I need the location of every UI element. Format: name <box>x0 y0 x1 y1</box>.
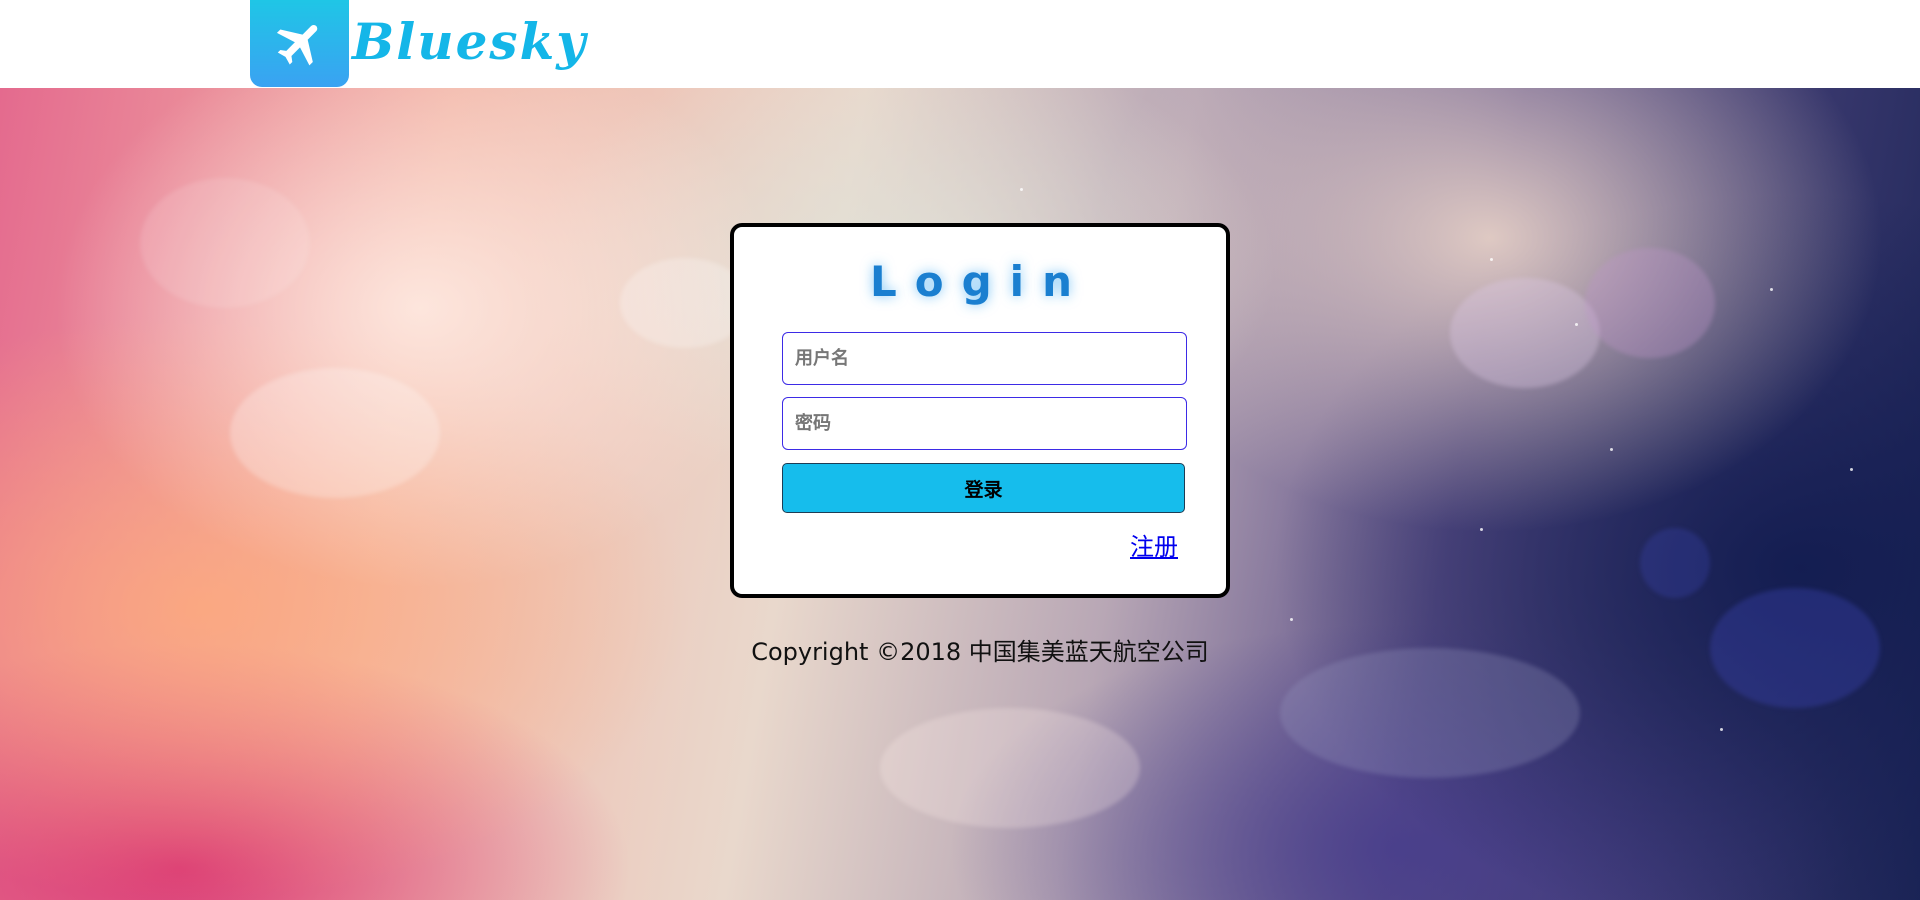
star <box>1850 468 1853 471</box>
bokeh-light <box>1585 248 1715 358</box>
brand-name[interactable]: Bluesky <box>352 6 587 78</box>
star <box>1770 288 1773 291</box>
star <box>1575 323 1578 326</box>
star <box>1490 258 1493 261</box>
star <box>1720 728 1723 731</box>
password-input[interactable] <box>782 397 1187 450</box>
airplane-glyph <box>276 24 317 65</box>
login-title: Login <box>870 257 1090 306</box>
bokeh-light <box>1640 528 1710 598</box>
login-panel: Login 登录 注册 <box>730 223 1230 598</box>
star <box>1020 188 1023 191</box>
register-link[interactable]: 注册 <box>1130 527 1178 562</box>
bokeh-light <box>1450 278 1600 388</box>
airplane-icon[interactable] <box>250 0 349 87</box>
star <box>1480 528 1483 531</box>
username-input[interactable] <box>782 332 1187 385</box>
star <box>1290 618 1293 621</box>
bokeh-light <box>230 368 440 498</box>
star <box>1610 448 1613 451</box>
cloud-light <box>880 708 1140 828</box>
login-button[interactable]: 登录 <box>782 463 1185 513</box>
cloud-light <box>1280 648 1580 778</box>
top-header: Bluesky <box>0 0 1920 88</box>
bokeh-light <box>140 178 310 308</box>
copyright-text: Copyright ©2018 中国集美蓝天航空公司 <box>751 638 1209 666</box>
